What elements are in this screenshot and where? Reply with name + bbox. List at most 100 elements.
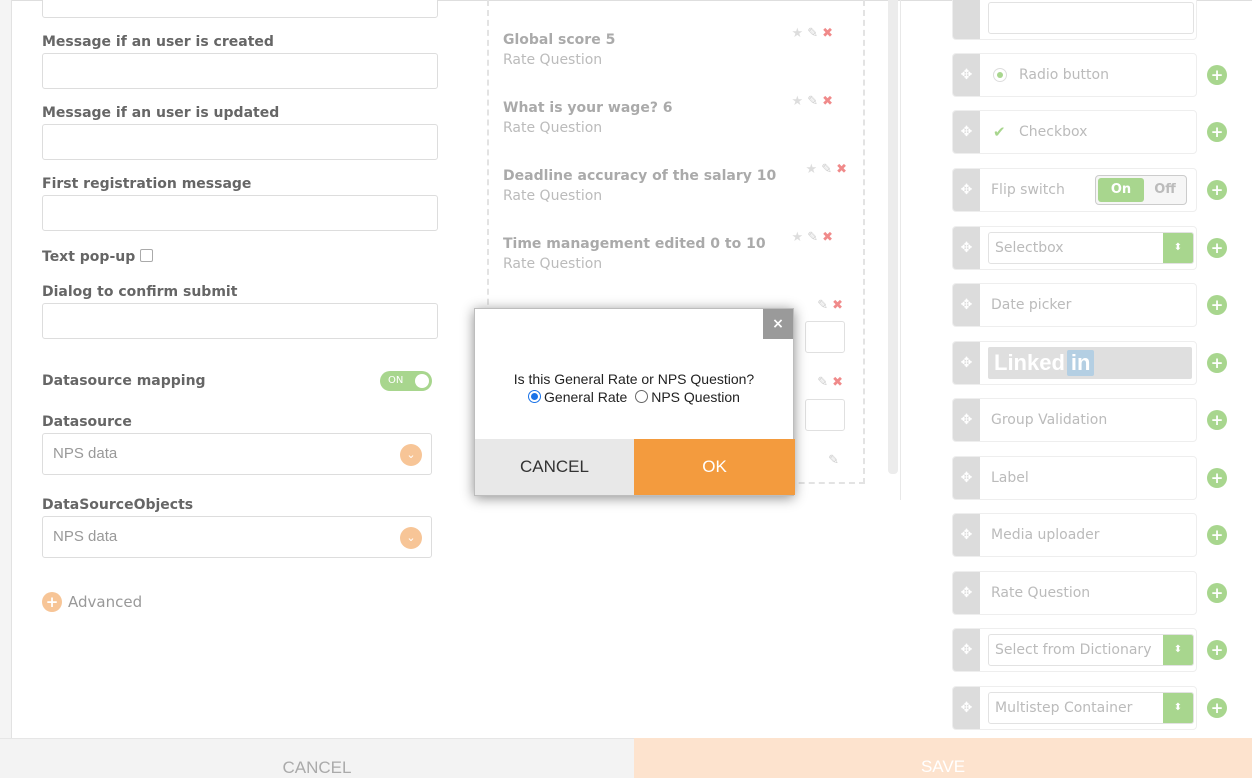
add-icon[interactable]: + <box>1207 238 1227 258</box>
add-icon[interactable]: + <box>1207 583 1227 603</box>
chevron-down-icon: ⌄ <box>400 444 422 466</box>
question-item[interactable]: Global score 5 Rate Question ★ ✎ ✖ <box>503 26 853 68</box>
msg-updated-input[interactable] <box>42 124 438 160</box>
add-icon[interactable]: + <box>1207 698 1227 718</box>
palette-label: Select from Dictionary <box>995 642 1152 658</box>
add-icon[interactable]: + <box>1207 65 1227 85</box>
flip-off: Off <box>1154 182 1176 197</box>
add-icon[interactable]: + <box>1207 295 1227 315</box>
question-type: Rate Question <box>503 256 603 272</box>
edit-icon[interactable]: ✎ <box>817 298 828 313</box>
move-handle-icon[interactable]: ✥ <box>953 169 980 211</box>
add-icon[interactable]: + <box>1207 353 1227 373</box>
dialog-ok-button[interactable]: OK <box>634 439 795 495</box>
move-handle-icon[interactable]: ✥ <box>953 111 980 153</box>
question-type: Rate Question <box>503 120 603 136</box>
text-popup-row: Text pop-up <box>42 249 154 265</box>
edit-icon[interactable]: ✎ <box>828 453 839 468</box>
option-general-rate[interactable]: General Rate <box>528 389 627 405</box>
first-registration-input[interactable] <box>42 195 438 231</box>
add-icon[interactable]: + <box>1207 122 1227 142</box>
palette-item-select-dictionary[interactable]: ✥ Select from Dictionary ⬍ + <box>952 628 1227 672</box>
option-nps-question-label: NPS Question <box>651 389 740 405</box>
option-nps-question[interactable]: NPS Question <box>635 389 740 405</box>
advanced-toggle[interactable]: + Advanced <box>42 592 142 612</box>
move-handle-icon[interactable]: ✥ <box>953 342 980 384</box>
question-input[interactable] <box>805 399 845 431</box>
delete-icon[interactable]: ✖ <box>822 26 833 41</box>
move-handle-icon[interactable]: ✥ <box>953 457 980 499</box>
question-item[interactable]: What is your wage? 6 Rate Question ★ ✎ ✖ <box>503 94 853 136</box>
edit-icon[interactable]: ✎ <box>807 94 818 109</box>
palette-item-rate-question[interactable]: ✥ Rate Question + <box>952 571 1227 615</box>
dialog-options: General Rate NPS Question <box>475 389 793 405</box>
question-type-dialog: × Is this General Rate or NPS Question? … <box>474 308 795 496</box>
palette-item-selectbox[interactable]: ✥ Selectbox ⬍ + <box>952 226 1227 270</box>
flip-switch: On Off <box>1095 175 1187 205</box>
previous-field-input[interactable] <box>42 0 438 18</box>
star-icon[interactable]: ★ <box>806 162 818 177</box>
edit-icon[interactable]: ✎ <box>821 162 832 177</box>
star-icon[interactable]: ★ <box>792 230 804 245</box>
palette-item-group-validation[interactable]: ✥ Group Validation + <box>952 398 1227 442</box>
close-icon[interactable]: × <box>763 309 793 339</box>
dialog-cancel-button[interactable]: CANCEL <box>475 439 634 495</box>
palette-item-multistep[interactable]: ✥ Multistep Container ⬍ + <box>952 686 1227 730</box>
footer-cancel-button[interactable]: CANCEL <box>0 738 634 778</box>
edit-icon[interactable]: ✎ <box>807 230 818 245</box>
datasource-value: NPS data <box>53 445 118 462</box>
spinner-icon: ⬍ <box>1163 233 1193 263</box>
radio-general-rate[interactable] <box>528 390 542 403</box>
add-icon[interactable]: + <box>1207 180 1227 200</box>
move-handle-icon[interactable]: ✥ <box>953 284 980 326</box>
move-handle-icon[interactable]: ✥ <box>953 572 980 614</box>
add-icon[interactable]: + <box>1207 640 1227 660</box>
question-input[interactable] <box>805 321 845 353</box>
question-item[interactable]: Deadline accuracy of the salary 10 Rate … <box>503 162 853 204</box>
delete-icon[interactable]: ✖ <box>822 230 833 245</box>
move-handle-icon[interactable] <box>953 0 980 39</box>
move-handle-icon[interactable]: ✥ <box>953 514 980 556</box>
palette-item-media-uploader[interactable]: ✥ Media uploader + <box>952 513 1227 557</box>
question-actions: ✎ ✖ <box>813 298 843 313</box>
move-handle-icon[interactable]: ✥ <box>953 687 980 729</box>
delete-icon[interactable]: ✖ <box>822 94 833 109</box>
palette-item-linkedin[interactable]: ✥ Linked in + <box>952 341 1227 385</box>
delete-icon[interactable]: ✖ <box>836 162 847 177</box>
ds-mapping-label: Datasource mapping <box>42 373 206 389</box>
scrollbar[interactable] <box>888 0 898 474</box>
palette-label: Label <box>991 470 1029 486</box>
footer-save-button[interactable]: SAVE <box>634 738 1252 778</box>
msg-created-input[interactable] <box>42 53 438 89</box>
msg-updated-label: Message if an user is updated <box>42 105 280 121</box>
palette-label: Multistep Container <box>995 700 1133 716</box>
delete-icon[interactable]: ✖ <box>832 298 843 313</box>
dso-select[interactable]: NPS data ⌄ <box>42 516 432 558</box>
palette-item-checkbox[interactable]: ✥ ✔ Checkbox + <box>952 110 1227 154</box>
palette-label: Media uploader <box>991 527 1100 543</box>
footer-bar: CANCEL SAVE <box>0 738 1252 778</box>
move-handle-icon[interactable]: ✥ <box>953 54 980 96</box>
move-handle-icon[interactable]: ✥ <box>953 227 980 269</box>
palette-item-textbox[interactable] <box>952 0 1197 40</box>
star-icon[interactable]: ★ <box>792 94 804 109</box>
add-icon[interactable]: + <box>1207 468 1227 488</box>
edit-icon[interactable]: ✎ <box>807 26 818 41</box>
add-icon[interactable]: + <box>1207 525 1227 545</box>
move-handle-icon[interactable]: ✥ <box>953 399 980 441</box>
datasource-select[interactable]: NPS data ⌄ <box>42 433 432 475</box>
move-handle-icon[interactable]: ✥ <box>953 629 980 671</box>
star-icon[interactable]: ★ <box>792 26 804 41</box>
palette-item-radio[interactable]: ✥ Radio button + <box>952 53 1227 97</box>
text-popup-checkbox[interactable] <box>140 249 154 262</box>
delete-icon[interactable]: ✖ <box>832 375 843 390</box>
palette-item-label[interactable]: ✥ Label + <box>952 456 1227 500</box>
edit-icon[interactable]: ✎ <box>817 375 828 390</box>
palette-item-flip-switch[interactable]: ✥ Flip switch On Off + <box>952 168 1227 212</box>
confirm-dialog-input[interactable] <box>42 303 438 339</box>
question-item[interactable]: Time management edited 0 to 10 Rate Ques… <box>503 230 853 272</box>
radio-nps-question[interactable] <box>635 390 649 403</box>
add-icon[interactable]: + <box>1207 410 1227 430</box>
palette-item-datepicker[interactable]: ✥ Date picker + <box>952 283 1227 327</box>
ds-mapping-toggle[interactable]: ON <box>380 371 432 391</box>
